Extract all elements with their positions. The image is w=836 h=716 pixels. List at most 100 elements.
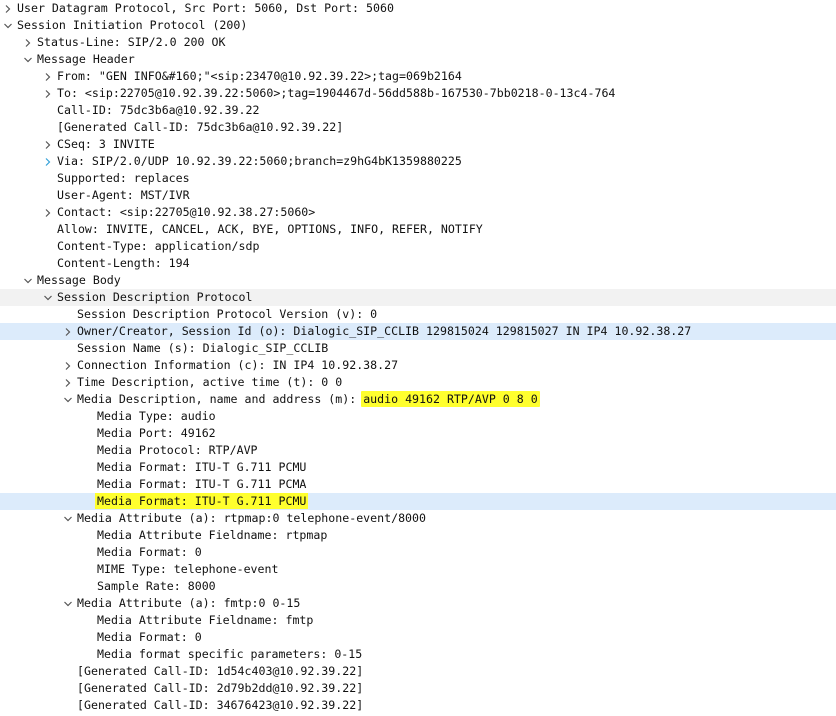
chevron-down-icon[interactable] [62,391,74,408]
tree-leaf-rtpmap-media-format[interactable]: Media Format: 0 [0,544,836,561]
tree-leaf-fmtp-media-format[interactable]: Media Format: 0 [0,629,836,646]
tree-row-label: Media Attribute Fieldname: fmtp [97,613,314,627]
chevron-down-icon[interactable] [2,17,14,34]
tree-leaf-sample-rate[interactable]: Sample Rate: 8000 [0,578,836,595]
tree-leaf-generated-call-id[interactable]: [Generated Call-ID: 75dc3b6a@10.92.39.22… [0,119,836,136]
tree-node-cseq[interactable]: CSeq: 3 INVITE [0,136,836,153]
tree-row-label: MIME Type: telephone-event [97,562,279,576]
tree-leaf-media-format-1[interactable]: Media Format: ITU-T G.711 PCMU [0,459,836,476]
tree-row-text: Session Name (s): Dialogic_SIP_CCLIB [77,340,328,357]
tree-leaf-call-id[interactable]: Call-ID: 75dc3b6a@10.92.39.22 [0,102,836,119]
tree-leaf-media-type[interactable]: Media Type: audio [0,408,836,425]
tree-node-media-attribute-fmtp[interactable]: Media Attribute (a): fmtp:0 0-15 [0,595,836,612]
tree-leaf-media-protocol[interactable]: Media Protocol: RTP/AVP [0,442,836,459]
tree-row-text: [Generated Call-ID: 34676423@10.92.39.22… [77,697,363,714]
tree-node-udp[interactable]: User Datagram Protocol, Src Port: 5060, … [0,0,836,17]
tree-row-label: Media Format: 0 [97,630,202,644]
tree-leaf-allow[interactable]: Allow: INVITE, CANCEL, ACK, BYE, OPTIONS… [0,221,836,238]
tree-node-time-description[interactable]: Time Description, active time (t): 0 0 [0,374,836,391]
tree-leaf-media-format-3[interactable]: Media Format: ITU-T G.711 PCMU [0,493,836,510]
chevron-right-icon[interactable] [42,68,54,85]
chevron-down-icon[interactable] [62,595,74,612]
chevron-right-icon[interactable] [42,153,54,170]
tree-row-text: Media Description, name and address (m):… [77,391,540,408]
tree-row-label: Message Body [37,273,121,287]
tree-row-text: Message Body [37,272,121,289]
chevron-down-icon[interactable] [22,51,34,68]
tree-row-label: Content-Length: 194 [57,256,190,270]
tree-row-label: Media Format: ITU-T G.711 PCMU [97,460,307,474]
chevron-down-icon[interactable] [62,510,74,527]
chevron-right-icon[interactable] [42,85,54,102]
tree-row-text: Media Port: 49162 [97,425,216,442]
tree-row-text: Allow: INVITE, CANCEL, ACK, BYE, OPTIONS… [57,221,483,238]
tree-node-contact[interactable]: Contact: <sip:22705@10.92.38.27:5060> [0,204,836,221]
tree-node-connection-info[interactable]: Connection Information (c): IN IP4 10.92… [0,357,836,374]
tree-leaf-generated-call-id-3[interactable]: [Generated Call-ID: 2d79b2dd@10.92.39.22… [0,680,836,697]
tree-node-message-body[interactable]: Message Body [0,272,836,289]
chevron-right-icon[interactable] [62,374,74,391]
tree-row-text: Session Description Protocol Version (v)… [77,306,377,323]
highlighted-value: audio 49162 RTP/AVP 0 8 0 [361,391,540,407]
tree-node-media-description[interactable]: Media Description, name and address (m):… [0,391,836,408]
tree-leaf-supported[interactable]: Supported: replaces [0,170,836,187]
tree-row-label: Media format specific parameters: 0-15 [97,647,363,661]
tree-node-owner[interactable]: Owner/Creator, Session Id (o): Dialogic_… [0,323,836,340]
tree-row-text: Call-ID: 75dc3b6a@10.92.39.22 [57,102,259,119]
tree-leaf-user-agent[interactable]: User-Agent: MST/IVR [0,187,836,204]
tree-row-text: Connection Information (c): IN IP4 10.92… [77,357,398,374]
tree-leaf-generated-call-id-4[interactable]: [Generated Call-ID: 34676423@10.92.39.22… [0,697,836,714]
tree-row-label: Status-Line: SIP/2.0 200 OK [37,35,226,49]
tree-leaf-mime-type[interactable]: MIME Type: telephone-event [0,561,836,578]
chevron-down-icon[interactable] [42,289,54,306]
tree-node-to[interactable]: To: <sip:22705@10.92.39.22:5060>;tag=190… [0,85,836,102]
tree-row-text: Media Format: ITU-T G.711 PCMA [97,476,306,493]
tree-leaf-content-length[interactable]: Content-Length: 194 [0,255,836,272]
tree-row-label: Session Description Protocol Version (v)… [77,307,378,321]
tree-row-label: [Generated Call-ID: 1d54c403@10.92.39.22… [77,664,364,678]
tree-leaf-attr-fieldname-fmtp[interactable]: Media Attribute Fieldname: fmtp [0,612,836,629]
tree-row-text: Media Attribute (a): rtpmap:0 telephone-… [77,510,426,527]
tree-leaf-media-port[interactable]: Media Port: 49162 [0,425,836,442]
tree-row-text: Status-Line: SIP/2.0 200 OK [37,34,225,51]
tree-row-text: Supported: replaces [57,170,190,187]
tree-row-text: Session Initiation Protocol (200) [17,17,247,34]
chevron-right-icon[interactable] [62,357,74,374]
tree-row-label: Media Description, name and address (m): [77,392,364,406]
tree-row-text: Media Protocol: RTP/AVP [97,442,258,459]
tree-leaf-sdp-version[interactable]: Session Description Protocol Version (v)… [0,306,836,323]
tree-leaf-generated-call-id-2[interactable]: [Generated Call-ID: 1d54c403@10.92.39.22… [0,663,836,680]
chevron-right-icon[interactable] [62,323,74,340]
tree-row-text: To: <sip:22705@10.92.39.22:5060>;tag=190… [57,85,615,102]
tree-leaf-format-params[interactable]: Media format specific parameters: 0-15 [0,646,836,663]
tree-leaf-session-name[interactable]: Session Name (s): Dialogic_SIP_CCLIB [0,340,836,357]
tree-row-text: Time Description, active time (t): 0 0 [77,374,342,391]
tree-node-message-header[interactable]: Message Header [0,51,836,68]
tree-node-from[interactable]: From: "GEN INFO&#160;"<sip:23470@10.92.3… [0,68,836,85]
tree-row-text: CSeq: 3 INVITE [57,136,155,153]
chevron-down-icon[interactable] [22,272,34,289]
tree-leaf-attr-fieldname-rtpmap[interactable]: Media Attribute Fieldname: rtpmap [0,527,836,544]
chevron-right-icon[interactable] [42,204,54,221]
chevron-right-icon[interactable] [2,0,14,17]
tree-row-label: Media Port: 49162 [97,426,216,440]
tree-row-label: Session Name (s): Dialogic_SIP_CCLIB [77,341,329,355]
packet-details-tree[interactable]: User Datagram Protocol, Src Port: 5060, … [0,0,836,716]
tree-node-via[interactable]: Via: SIP/2.0/UDP 10.92.39.22:5060;branch… [0,153,836,170]
tree-leaf-content-type[interactable]: Content-Type: application/sdp [0,238,836,255]
tree-row-text: [Generated Call-ID: 75dc3b6a@10.92.39.22… [57,119,343,136]
tree-node-sip[interactable]: Session Initiation Protocol (200) [0,17,836,34]
tree-row-label: Session Description Protocol [57,290,253,304]
chevron-right-icon[interactable] [42,136,54,153]
tree-node-sdp[interactable]: Session Description Protocol [0,289,836,306]
tree-row-label: Owner/Creator, Session Id (o): Dialogic_… [77,324,692,338]
tree-row-text: Message Header [37,51,135,68]
tree-row-text: Media Attribute Fieldname: rtpmap [97,527,327,544]
tree-row-label: Time Description, active time (t): 0 0 [77,375,343,389]
tree-row-label: Allow: INVITE, CANCEL, ACK, BYE, OPTIONS… [57,222,483,236]
tree-node-media-attribute-rtpmap[interactable]: Media Attribute (a): rtpmap:0 telephone-… [0,510,836,527]
tree-node-status-line[interactable]: Status-Line: SIP/2.0 200 OK [0,34,836,51]
chevron-right-icon[interactable] [22,34,34,51]
tree-leaf-media-format-2[interactable]: Media Format: ITU-T G.711 PCMA [0,476,836,493]
tree-row-text: Media Attribute (a): fmtp:0 0-15 [77,595,300,612]
